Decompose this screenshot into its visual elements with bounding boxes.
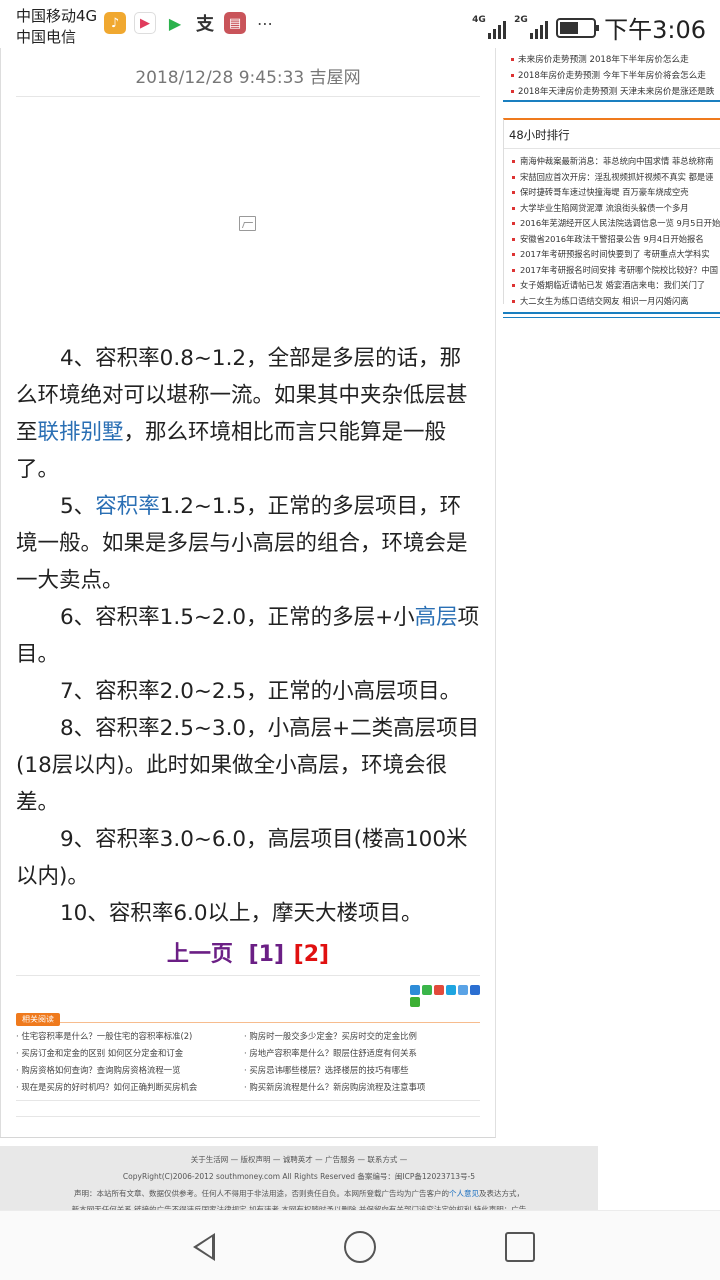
share-renren-icon[interactable] [458,985,468,995]
share-kaixin-icon[interactable] [470,985,480,995]
related-link[interactable]: · 住宅容积率是什么？一般住宅的容积率标准(2) [16,1030,192,1042]
ranking-link[interactable]: 大学毕业生陷网贷泥潭 流浪街头躲债一个多月 [512,202,689,214]
related-link[interactable]: · 买房订金和定金的区别 如何区分定金和订金 [16,1047,183,1059]
link-high-rise[interactable]: 高层 [415,605,458,630]
paragraph-7: 7、容积率2.0~2.5，正常的小高层项目。 [60,679,462,704]
related-link[interactable]: · 现在是买房的好时机吗？如何正确判断买房机会 [16,1081,197,1093]
prev-page-link[interactable]: 上一页 [167,942,233,967]
related-link[interactable]: · 购房时一般交多少定金？买房时交的定金比例 [244,1030,417,1042]
share-plus-icon[interactable] [410,985,420,995]
ranking-link[interactable]: 保时捷砖哥车速过快撞海堤 百万豪车烧成空壳 [512,186,689,198]
paragraph-10: 10、容积率6.0以上，摩天大楼项目。 [60,901,423,926]
related-link[interactable]: · 购房资格如何查询？查询购房资格流程一览 [16,1064,180,1076]
article-body: 4、容积率0.8~1.2，全部是多层的话，那么环境绝对可以堪称一流。如果其中夹杂… [16,340,482,932]
related-divider [16,1022,480,1023]
navigation-bar [0,1210,720,1280]
share-tqq-icon[interactable] [446,985,456,995]
back-button[interactable] [184,1227,224,1267]
news-link[interactable]: 未来房价走势预测 2018年下半年房价怎么走 [511,53,689,65]
signal-icon: 4G [472,15,507,39]
footer-copyright: CopyRight(C)2006-2012 southmoney.com All… [122,1172,476,1181]
divider [16,1100,480,1101]
ranking-link[interactable]: 2017年考研预报名时间快要到了 考研重点大学科实 [512,248,710,260]
ranking-link[interactable]: 大二女生为练口语结交网友 相识一月闪婚闪离 [512,295,689,307]
signal-icon: 2G [514,15,549,39]
ranking-box: 48小时排行 南海仲裁案最新消息：菲总统向中国求情 菲总统称南 宋喆回应首次开房… [503,118,720,307]
clock: 下午3:06 [604,16,706,44]
related-link[interactable]: · 购买新房流程是什么？新房购房流程及注意事项 [244,1081,425,1093]
paragraph-9: 9、容积率3.0~6.0，高层项目(楼高100米以内)。 [16,827,468,889]
news-list: 未来房价走势预测 2018年下半年房价怎么走 2018年房价走势预测 今年下半年… [503,40,720,102]
page-1-link[interactable]: [1] [249,942,284,967]
music-app-icon: ♪ [104,12,126,34]
battery-icon [556,17,600,38]
ranking-divider [504,148,720,149]
link-plot-ratio[interactable]: 容积率 [95,494,160,519]
broken-image-icon [239,216,256,231]
news-link[interactable]: 2018年房价走势预测 今年下半年房价将会怎么走 [511,69,706,81]
article-column: （ ） 2018/12/28 9:45:33 吉屋网 4、容积率0.8~1.2，… [0,0,496,1138]
player-app-icon: ▶ [164,12,186,34]
paragraph-5: 5、容积率1.2~1.5，正常的多层项目，环境一般。如果是多层与小高层的组合，环… [16,494,468,593]
recents-icon [505,1232,535,1262]
carrier-primary: 中国移动4G [16,7,98,25]
divider [16,96,480,97]
video-app-icon: ▶ [134,12,156,34]
more-icon: ⋯ [254,12,276,34]
page: （ ） 2018/12/28 9:45:33 吉屋网 4、容积率0.8~1.2，… [0,0,720,1280]
share-weibo-icon[interactable] [434,985,444,995]
news-link[interactable]: 2018年天津房价走势预测 天津未来房价是涨还是跌 [511,85,714,97]
carrier-secondary: 中国电信 [16,28,77,46]
footer-links[interactable]: 关于生活网 — 版权声明 — 诚聘英才 — 广告服务 — 联系方式 — [0,1154,598,1165]
ranking-link[interactable]: 女子婚期临近请帖已发 婚宴酒店来电：我们关门了 [512,279,705,291]
share-qzone-icon[interactable] [422,985,432,995]
home-icon [344,1231,376,1263]
status-bar: 中国移动4G 中国电信 ♪ ▶ ▶ 支 ▤ ⋯ 4G 2G 下午3:06 [0,0,720,48]
notes-app-icon: ▤ [224,12,246,34]
home-button[interactable] [340,1227,380,1267]
share-icons [410,985,480,1007]
paragraph-4: 4、容积率0.8~1.2，全部是多层的话，那么环境绝对可以堪称一流。如果其中夹杂… [16,346,468,482]
pagination: 上一页 [1] [2] [0,936,496,968]
divider [16,975,480,976]
sidebar: 未来房价走势预测 2018年下半年房价怎么走 2018年房价走势预测 今年下半年… [503,40,720,318]
share-wechat-icon[interactable] [410,997,420,1007]
alipay-app-icon: 支 [194,12,216,35]
back-icon [193,1233,215,1261]
ranking-link[interactable]: 安徽省2016年政法干警招录公告 9月4日开始报名 [512,233,704,245]
ranking-link[interactable]: 宋喆回应首次开房：淫乱视频抓奸视频不真实 都是诬 [512,171,713,183]
recents-button[interactable] [500,1227,540,1267]
ranking-link[interactable]: 2017年考研报名时间安排 考研哪个院校比较好？中国 [512,264,718,276]
divider [16,1116,480,1117]
ranking-link[interactable]: 南海仲裁案最新消息：菲总统向中国求情 菲总统称南 [512,155,713,167]
paragraph-6: 6、容积率1.5~2.0，正常的多层+小高层项目。 [16,605,480,667]
status-right: 4G 2G 下午3:06 [472,10,706,45]
site-footer: 关于生活网 — 版权声明 — 诚聘英才 — 广告服务 — 联系方式 — Copy… [0,1146,598,1210]
article-meta: 2018/12/28 9:45:33 吉屋网 [135,68,361,88]
page-2-current[interactable]: [2] [294,942,329,967]
related-link[interactable]: · 买房忌讳哪些楼层？选择楼层的技巧有哪些 [244,1064,408,1076]
link-townhouse[interactable]: 联排别墅 [38,420,124,445]
related-link[interactable]: · 房地产容积率是什么？眼层住舒适度有何关系 [244,1047,417,1059]
ranking-link[interactable]: 2016年芜湖经开区人民法院选调信息一览 9月5日开始 [512,217,720,229]
sidebar-divider [503,312,720,318]
ranking-title: 48小时排行 [509,128,570,142]
paragraph-8: 8、容积率2.5~3.0，小高层+二类高层项目(18层以内)。此时如果做全小高层… [16,716,480,815]
related-reading-tag: 相关阅读 [16,1013,60,1026]
footer-statement: 声明：本站所有文章、数据仅供参考。任何人不得用于非法用途，否则责任自负。本网所登… [74,1189,524,1198]
notification-icons: ♪ ▶ ▶ 支 ▤ ⋯ [104,12,276,35]
